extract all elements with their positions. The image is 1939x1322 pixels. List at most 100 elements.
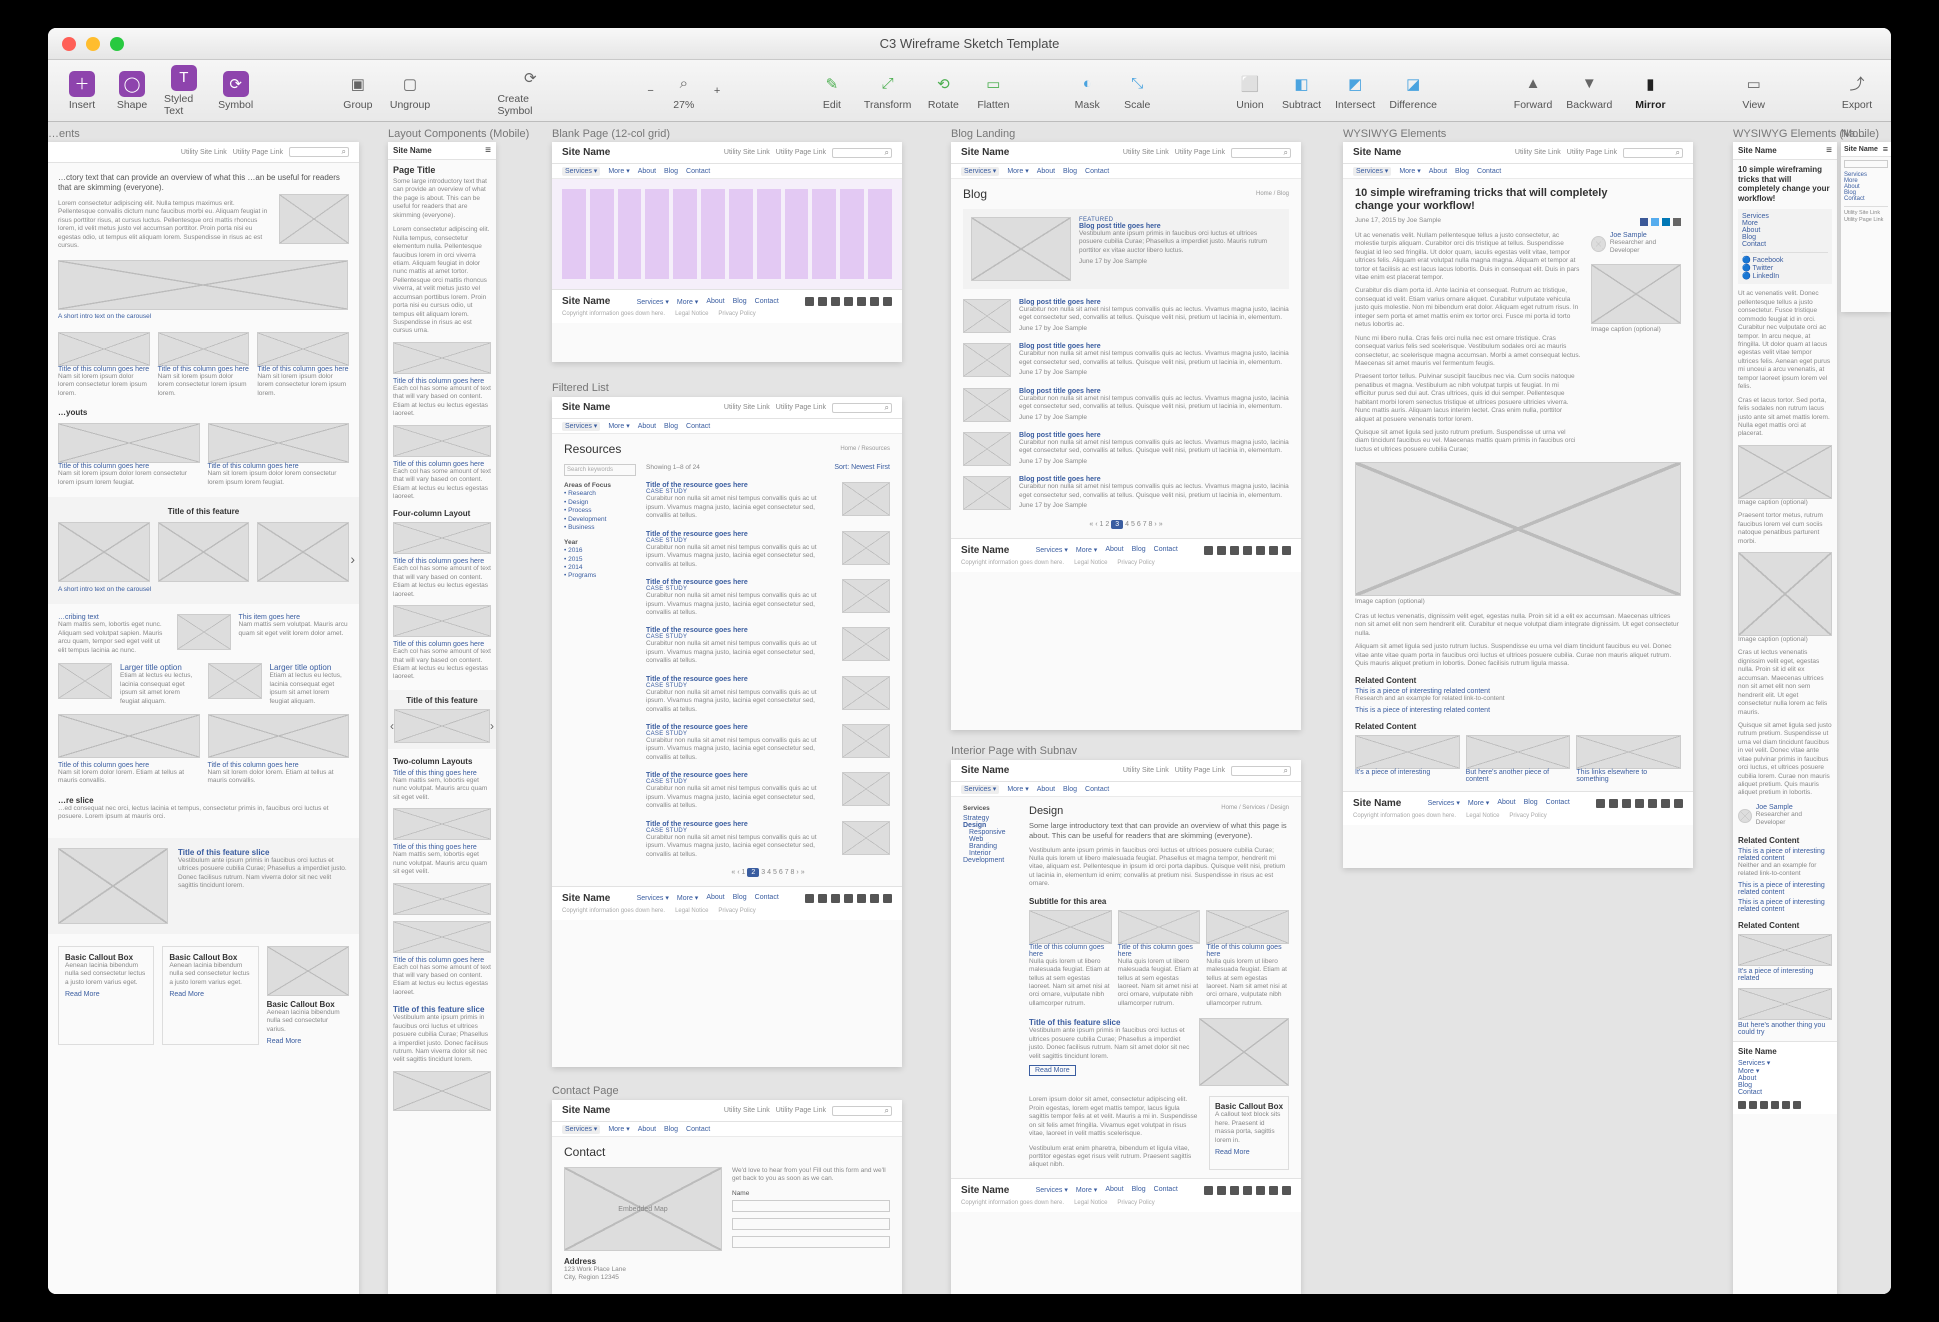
menu-icon[interactable]: ≡ (485, 145, 491, 156)
name-field[interactable] (732, 1200, 890, 1212)
group-button[interactable]: ▣Group (334, 69, 382, 113)
image-placeholder (279, 194, 349, 244)
titlebar: C3 Wireframe Sketch Template (48, 28, 1891, 60)
artboard-label[interactable]: Layout Components (Mobile) (388, 128, 529, 140)
artboard-blank-grid[interactable]: Site NameUtility Site LinkUtility Page L… (552, 142, 902, 362)
symbol-button[interactable]: ⟳Symbol (212, 69, 260, 113)
zoom-in-button[interactable]: + (714, 85, 720, 97)
transform-button[interactable]: ⤢Transform (858, 69, 917, 113)
zoom-button[interactable]: ⌕27% (660, 69, 708, 113)
blog-item[interactable]: Blog post title goes hereCurabitur non n… (963, 343, 1289, 377)
rotate-button[interactable]: ⟲Rotate (919, 69, 967, 113)
subtract-button[interactable]: ◧Subtract (1276, 69, 1327, 113)
article-title: 10 simple wireframing tricks that will c… (1355, 187, 1609, 213)
intersect-button[interactable]: ◩Intersect (1329, 69, 1381, 113)
search-input[interactable] (1231, 766, 1291, 776)
mirror-button[interactable]: ▮Mirror (1626, 69, 1674, 113)
artboard-label[interactable]: Blog Landing (951, 128, 1015, 140)
pagination[interactable]: « ‹ 1 2 3 4 5 6 7 8 › » (646, 869, 890, 876)
search-input[interactable] (1231, 148, 1291, 158)
email-field[interactable] (732, 1218, 890, 1230)
edit-button[interactable]: ✎Edit (808, 69, 856, 113)
page-title: Page Title (393, 165, 491, 175)
resource-item[interactable]: Title of the resource goes hereCASE STUD… (646, 579, 890, 617)
blog-item[interactable]: Blog post title goes hereCurabitur non n… (963, 476, 1289, 510)
union-button[interactable]: ⬜Union (1226, 69, 1274, 113)
resource-item[interactable]: Title of the resource goes hereCASE STUD… (646, 821, 890, 859)
resource-item[interactable]: Title of the resource goes hereCASE STUD… (646, 627, 890, 665)
toolbar: ＋Insert ◯Shape TStyled Text ⟳Symbol ▣Gro… (48, 60, 1891, 122)
artboard-contact[interactable]: Site NameUtility Site LinkUtility Page L… (552, 1100, 902, 1294)
document-title: C3 Wireframe Sketch Template (48, 36, 1891, 51)
forward-button[interactable]: ▲Forward (1508, 69, 1559, 113)
artboard-home-fragment[interactable]: Utility Site LinkUtility Page Link …ctor… (48, 142, 359, 1294)
artboard-label[interactable]: Interior Page with Subnav (951, 745, 1077, 757)
artboard-label[interactable]: Filtered List (552, 382, 609, 394)
map-placeholder: Embedded Map (564, 1167, 722, 1251)
artboard-label[interactable]: Na… (1841, 128, 1866, 140)
mask-button[interactable]: ◐Mask (1063, 69, 1111, 113)
scale-button[interactable]: ⤡Scale (1113, 69, 1161, 113)
search-input[interactable] (289, 147, 349, 157)
shape-button[interactable]: ◯Shape (108, 69, 156, 113)
artboard-filtered-list[interactable]: Site NameUtility Site LinkUtility Page L… (552, 397, 902, 1067)
blog-item[interactable]: Blog post title goes hereCurabitur non n… (963, 388, 1289, 422)
artboard-layout-mobile[interactable]: Site Name≡ Page Title Some large introdu… (388, 142, 496, 1294)
artboard-interior-subnav[interactable]: Site NameUtility Site LinkUtility Page L… (951, 760, 1301, 1294)
resource-item[interactable]: Title of the resource goes hereCASE STUD… (646, 482, 890, 520)
pagination[interactable]: « ‹ 1 2 3 4 5 6 7 8 › » (951, 521, 1301, 528)
resource-item[interactable]: Title of the resource goes hereCASE STUD… (646, 772, 890, 810)
artboard-label[interactable]: …ents (48, 128, 80, 140)
carousel-hint: A short intro text on the carousel (58, 313, 349, 321)
grid-12 (552, 179, 902, 289)
zoom-control: − ⌕27% + (643, 69, 724, 113)
search-input[interactable] (1623, 148, 1683, 158)
hero-intro: …ctory text that can provide an overview… (58, 173, 349, 194)
backward-button[interactable]: ▼Backward (1560, 69, 1618, 113)
chevron-right-icon[interactable]: › (350, 551, 355, 567)
avatar (1591, 236, 1606, 252)
resource-item[interactable]: Title of the resource goes hereCASE STUD… (646, 724, 890, 762)
difference-button[interactable]: ◪Difference (1383, 69, 1443, 113)
export-button[interactable]: ⤴Export (1833, 69, 1881, 113)
article-title: 10 simple wireframing tricks that will c… (1738, 165, 1832, 203)
artboard-nav-mobile[interactable]: Site Name≡ Services More About Blog Cont… (1841, 142, 1891, 312)
app-window: C3 Wireframe Sketch Template ＋Insert ◯Sh… (48, 28, 1891, 1294)
main-nav[interactable]: Services ▾More ▾AboutBlogContact (552, 419, 902, 434)
chevron-right-icon[interactable]: › (490, 719, 494, 733)
canvas[interactable]: …ents Layout Components (Mobile) Blank P… (48, 122, 1891, 1294)
main-nav[interactable]: Services ▾More ▾AboutBlogContact (552, 164, 902, 179)
page-title: Contact (564, 1145, 890, 1159)
styled-text-button[interactable]: TStyled Text (158, 63, 210, 119)
artboard-label[interactable]: Contact Page (552, 1085, 619, 1097)
subject-field[interactable] (732, 1236, 890, 1248)
page-title: Design (1029, 805, 1063, 817)
blog-item[interactable]: Blog post title goes hereCurabitur non n… (963, 299, 1289, 333)
search-input[interactable] (832, 403, 892, 413)
insert-button[interactable]: ＋Insert (58, 69, 106, 113)
view-button[interactable]: ▭View (1730, 69, 1778, 113)
artboard-label[interactable]: Blank Page (12-col grid) (552, 128, 670, 140)
zoom-out-button[interactable]: − (647, 85, 653, 97)
read-more-button[interactable]: Read More (1029, 1065, 1076, 1076)
artboard-wysiwyg-mobile[interactable]: Site Name≡ 10 simple wireframing tricks … (1733, 142, 1837, 1294)
chevron-left-icon[interactable]: ‹ (390, 719, 394, 733)
page-title: Resources (564, 442, 621, 456)
resource-item[interactable]: Title of the resource goes hereCASE STUD… (646, 676, 890, 714)
search-input[interactable] (832, 148, 892, 158)
search-input[interactable] (832, 1106, 892, 1116)
artboard-blog-landing[interactable]: Site NameUtility Site LinkUtility Page L… (951, 142, 1301, 730)
flatten-button[interactable]: ▭Flatten (969, 69, 1017, 113)
featured-post[interactable]: FEATUREDBlog post title goes hereVestibu… (963, 209, 1289, 289)
search-input[interactable] (1844, 160, 1888, 168)
image-placeholder (58, 260, 348, 310)
create-symbol-button[interactable]: ⟳Create Symbol (491, 63, 569, 119)
blog-item[interactable]: Blog post title goes hereCurabitur non n… (963, 432, 1289, 466)
menu-icon[interactable]: ≡ (1826, 145, 1832, 156)
artboard-wysiwyg[interactable]: Site NameUtility Site LinkUtility Page L… (1343, 142, 1693, 868)
page-title: Blog (963, 187, 987, 201)
artboard-label[interactable]: WYSIWYG Elements (1343, 128, 1446, 140)
filter-search-input[interactable]: Search keywords (564, 464, 636, 476)
ungroup-button[interactable]: ▢Ungroup (384, 69, 436, 113)
resource-item[interactable]: Title of the resource goes hereCASE STUD… (646, 531, 890, 569)
